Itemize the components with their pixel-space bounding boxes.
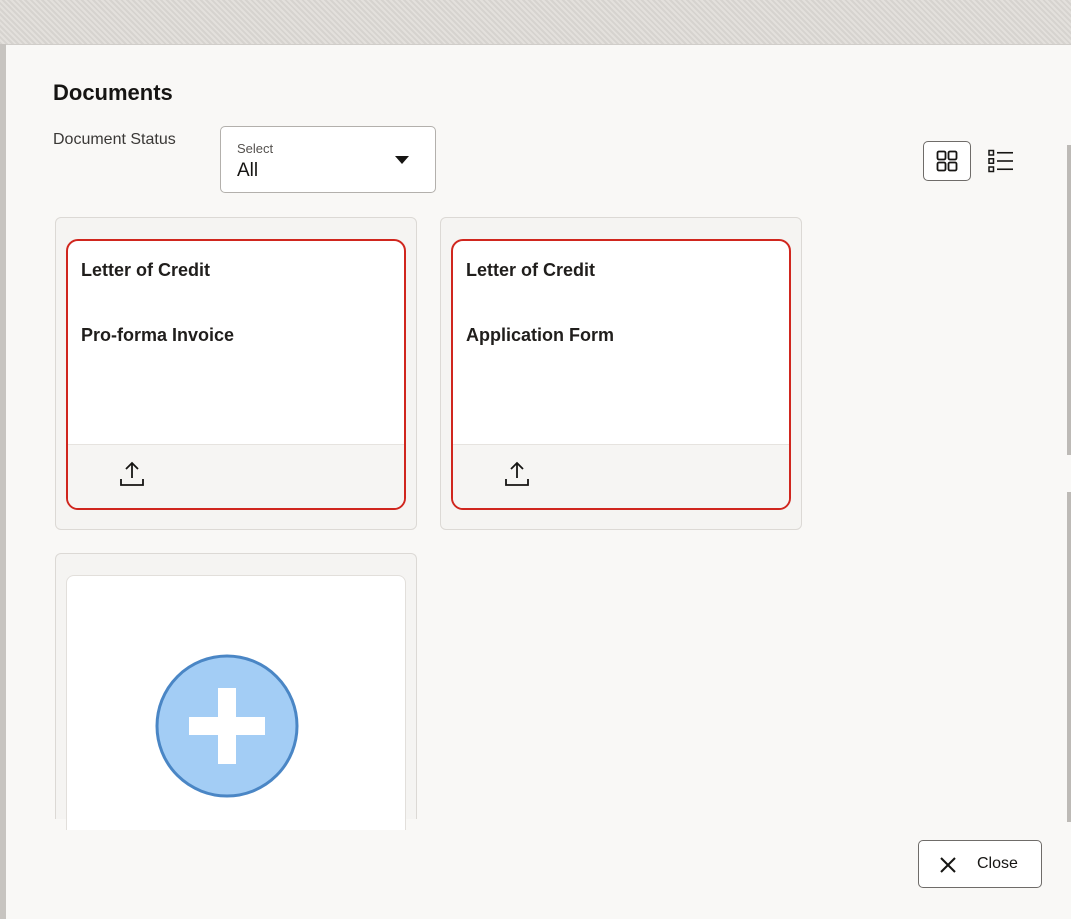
select-value: All <box>237 160 259 181</box>
grid-view-button[interactable] <box>923 141 971 181</box>
add-plus-icon <box>155 654 299 798</box>
dialog-title: Documents <box>53 80 173 105</box>
add-document-button[interactable] <box>155 654 299 798</box>
document-card[interactable]: Letter of Credit Application Form <box>451 239 791 510</box>
document-card-footer <box>453 444 789 508</box>
close-button[interactable]: Close <box>918 840 1042 888</box>
document-name: Application Form <box>466 325 614 345</box>
grid-view-icon <box>936 150 958 172</box>
document-category: Letter of Credit <box>81 260 211 280</box>
upload-button[interactable] <box>496 454 536 494</box>
close-icon <box>940 857 956 873</box>
upload-icon <box>120 461 144 486</box>
document-card-footer <box>68 444 404 508</box>
document-status-select[interactable]: Select All <box>220 126 436 193</box>
document-status-label: Document Status <box>53 131 176 148</box>
list-view-button[interactable] <box>979 141 1023 181</box>
documents-dialog: Documents Document Status Select All Let… <box>0 0 1071 919</box>
add-document-card[interactable] <box>66 575 406 830</box>
document-card[interactable]: Letter of Credit Pro-forma Invoice <box>66 239 406 510</box>
scrollbar-track[interactable] <box>1067 145 1071 455</box>
document-name: Pro-forma Invoice <box>81 325 235 345</box>
upload-button[interactable] <box>111 454 151 494</box>
add-document-card-container <box>55 553 417 830</box>
select-caption: Select <box>237 141 274 156</box>
chevron-down-icon <box>395 156 409 164</box>
document-card-container: Letter of Credit Pro-forma Invoice <box>55 217 417 530</box>
close-button-label: Close <box>977 855 1018 872</box>
background-overlay-strip <box>0 0 1071 45</box>
list-view-icon <box>988 149 1013 173</box>
upload-icon <box>505 461 529 486</box>
document-card-container: Letter of Credit Application Form <box>440 217 802 530</box>
document-category: Letter of Credit <box>466 260 596 280</box>
scrollbar-track-lower[interactable] <box>1067 492 1071 822</box>
dialog-left-edge <box>0 44 6 919</box>
